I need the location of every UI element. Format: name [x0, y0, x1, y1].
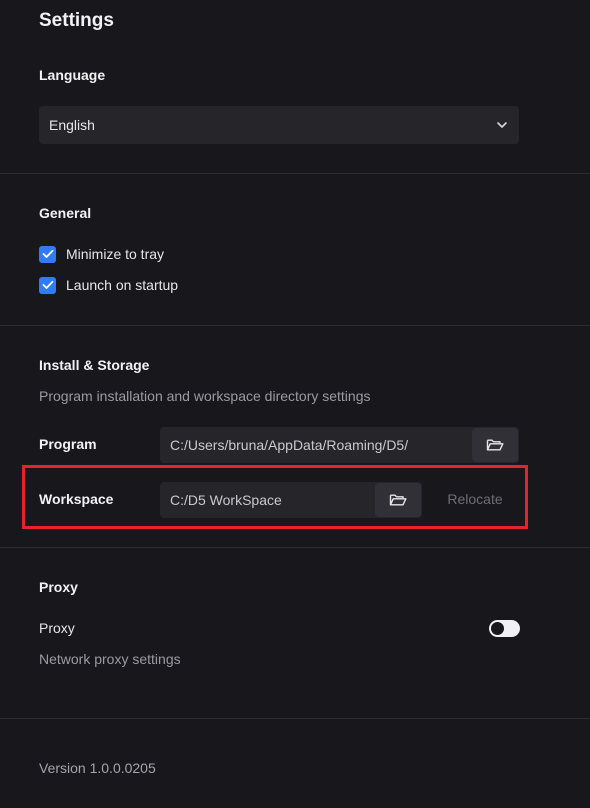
chevron-down-icon [495, 118, 509, 132]
program-path-value: C:/Users/bruna/AppData/Roaming/D5/ [170, 437, 409, 453]
minimize-to-tray-option[interactable]: Minimize to tray [39, 245, 164, 263]
version-text: Version 1.0.0.0205 [39, 760, 156, 776]
install-storage-description: Program installation and workspace direc… [39, 388, 371, 404]
check-icon [42, 249, 53, 258]
divider [0, 173, 590, 174]
check-icon [42, 280, 53, 289]
general-section-title: General [39, 205, 92, 221]
divider [0, 325, 590, 326]
page-title: Settings [39, 10, 114, 31]
minimize-to-tray-label: Minimize to tray [66, 246, 165, 262]
program-browse-button[interactable] [472, 428, 518, 462]
minimize-to-tray-checkbox[interactable] [39, 245, 56, 263]
folder-open-icon [486, 439, 504, 451]
proxy-description: Network proxy settings [39, 651, 181, 667]
program-label: Program [39, 436, 97, 452]
install-storage-section-title: Install & Storage [39, 357, 150, 373]
language-select-value: English [49, 117, 95, 133]
proxy-label: Proxy [39, 620, 75, 636]
settings-page: Settings Language English General Minimi… [0, 0, 590, 808]
language-select[interactable]: English [39, 106, 519, 144]
language-section-title: Language [39, 67, 106, 83]
launch-on-startup-option[interactable]: Launch on startup [39, 276, 178, 294]
proxy-toggle[interactable] [489, 620, 520, 637]
program-path-field[interactable]: C:/Users/bruna/AppData/Roaming/D5/ [160, 427, 519, 463]
divider [0, 718, 590, 719]
launch-on-startup-checkbox[interactable] [39, 276, 56, 294]
toggle-knob [491, 622, 504, 635]
launch-on-startup-label: Launch on startup [66, 277, 179, 293]
divider [0, 547, 590, 548]
proxy-section-title: Proxy [39, 579, 78, 595]
workspace-highlight-box [22, 465, 528, 529]
